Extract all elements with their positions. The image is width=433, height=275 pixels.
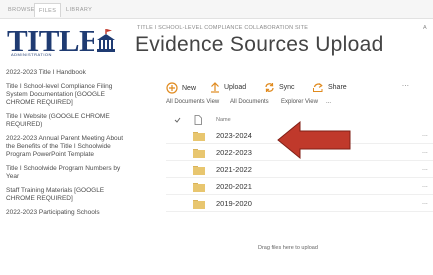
left-navigation: TITLE ADMINISTRATION 2022-2023 Title I H…	[0, 19, 130, 275]
row-menu-button[interactable]: ...	[422, 199, 428, 206]
row-menu-button[interactable]: ...	[422, 131, 428, 138]
share-button-label: Share	[328, 84, 347, 91]
more-commands-button[interactable]: ...	[402, 81, 409, 88]
nav-item-parent-meeting[interactable]: 2022-2023 Annual Parent Meeting About th…	[6, 135, 128, 159]
page-title: Evidence Sources Upload	[135, 33, 384, 56]
row-menu-button[interactable]: ...	[422, 182, 428, 189]
upload-button[interactable]: Upload	[210, 82, 246, 93]
nav-item-handbook[interactable]: 2022-2023 Title I Handbook	[6, 69, 128, 77]
drag-drop-hint: Drag files here to upload	[258, 245, 318, 251]
list-item[interactable]: 2020-2021 ...	[166, 179, 433, 195]
capitol-icon	[94, 28, 118, 54]
folder-icon	[193, 132, 205, 141]
sync-button-label: Sync	[279, 84, 295, 91]
site-logo[interactable]: TITLE ADMINISTRATION	[7, 25, 119, 58]
nav-item-title-website[interactable]: Title I Website (GOOGLE CHROME REQUIRED)	[6, 113, 128, 129]
list-item[interactable]: 2021-2022 ...	[166, 162, 433, 178]
folder-name[interactable]: 2023-2024	[216, 131, 252, 140]
quick-launch: 2022-2023 Title I Handbook Title I Schoo…	[6, 69, 128, 222]
folder-icon	[193, 200, 205, 209]
site-breadcrumb[interactable]: TITLE I SCHOOL-LEVEL COMPLIANCE COLLABOR…	[137, 25, 308, 31]
ribbon-tab-files[interactable]: FILES	[34, 3, 62, 17]
logo-subtitle: ADMINISTRATION	[11, 52, 52, 57]
folder-icon	[193, 183, 205, 192]
new-button[interactable]: New	[166, 82, 196, 94]
folder-name[interactable]: 2020-2021	[216, 182, 252, 191]
plus-circle-icon	[166, 82, 178, 94]
sync-button[interactable]: Sync	[264, 82, 295, 93]
share-icon	[313, 83, 323, 92]
nav-item-staff-training[interactable]: Staff Training Materials [GOOGLE CHROME …	[6, 187, 128, 203]
folder-icon	[193, 166, 205, 175]
row-menu-button[interactable]: ...	[422, 148, 428, 155]
view-all-documents[interactable]: All Documents	[230, 99, 269, 105]
row-menu-button[interactable]: ...	[422, 165, 428, 172]
ribbon-bar: BROWSE FILES LIBRARY	[0, 0, 433, 19]
nav-item-participating-schools[interactable]: 2022-2023 Participating Schools	[6, 209, 128, 217]
view-more-button[interactable]: ...	[326, 99, 331, 105]
view-all-documents-view[interactable]: All Documents View	[166, 99, 219, 105]
site-breadcrumb-overflow[interactable]: A	[423, 25, 427, 31]
nav-item-program-numbers[interactable]: Title I Schoolwide Program Numbers by Ye…	[6, 165, 128, 181]
folder-name[interactable]: 2019-2020	[216, 199, 252, 208]
file-type-icon	[194, 115, 202, 125]
new-button-label: New	[182, 84, 197, 92]
column-header-name[interactable]: Name	[216, 117, 231, 123]
list-item[interactable]: 2019-2020 ...	[166, 196, 433, 212]
share-button[interactable]: Share	[312, 82, 347, 93]
view-explorer[interactable]: Explorer View	[281, 99, 318, 105]
nav-item-compliance-filing[interactable]: Title I School-level Compliance Filing S…	[6, 83, 128, 107]
folder-icon	[193, 149, 205, 158]
sync-icon	[265, 82, 274, 93]
folder-name[interactable]: 2022-2023	[216, 148, 252, 157]
upload-button-label: Upload	[224, 84, 247, 91]
ribbon-tab-library[interactable]: LIBRARY	[62, 3, 96, 17]
folder-name[interactable]: 2021-2022	[216, 165, 252, 174]
annotation-arrow-icon	[277, 120, 351, 160]
upload-arrow-icon	[211, 82, 219, 93]
checkmark-icon[interactable]	[174, 117, 181, 123]
